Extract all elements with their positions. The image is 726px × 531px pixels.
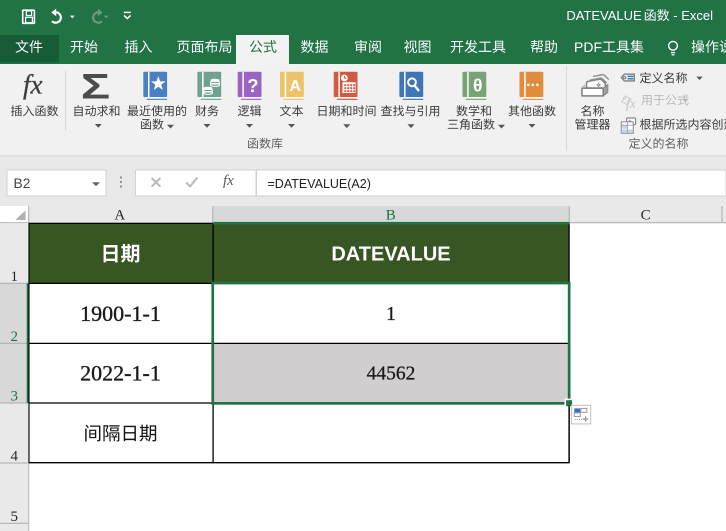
svg-text:1900-1-1: 1900-1-1 — [80, 301, 161, 326]
svg-text:2022-1-1: 2022-1-1 — [80, 361, 161, 386]
svg-text:B2: B2 — [14, 176, 31, 191]
svg-text:?: ? — [247, 75, 258, 96]
svg-text:PDF: PDF — [574, 39, 602, 55]
svg-text:=DATEVALUE(A2): =DATEVALUE(A2) — [268, 177, 371, 191]
svg-text:A: A — [114, 207, 125, 223]
svg-text:DATEVALUE: DATEVALUE — [566, 8, 642, 23]
svg-text:fx: fx — [626, 96, 636, 111]
svg-text:fx: fx — [23, 70, 43, 100]
svg-text:Σ: Σ — [81, 67, 110, 106]
svg-text:44562: 44562 — [367, 364, 416, 385]
svg-text:1: 1 — [11, 269, 19, 285]
svg-text:- Excel: - Excel — [670, 8, 713, 23]
svg-text:5: 5 — [11, 509, 19, 525]
svg-text:A: A — [289, 78, 301, 95]
svg-text:4: 4 — [11, 449, 19, 465]
svg-text:1: 1 — [386, 304, 396, 325]
svg-text:B: B — [386, 207, 396, 223]
svg-text:3: 3 — [11, 389, 19, 405]
svg-text:fx: fx — [223, 173, 234, 189]
svg-text:2: 2 — [11, 329, 19, 345]
svg-text:θ: θ — [473, 76, 482, 96]
svg-text:C: C — [641, 207, 651, 223]
svg-text:DATEVALUE: DATEVALUE — [331, 244, 450, 266]
